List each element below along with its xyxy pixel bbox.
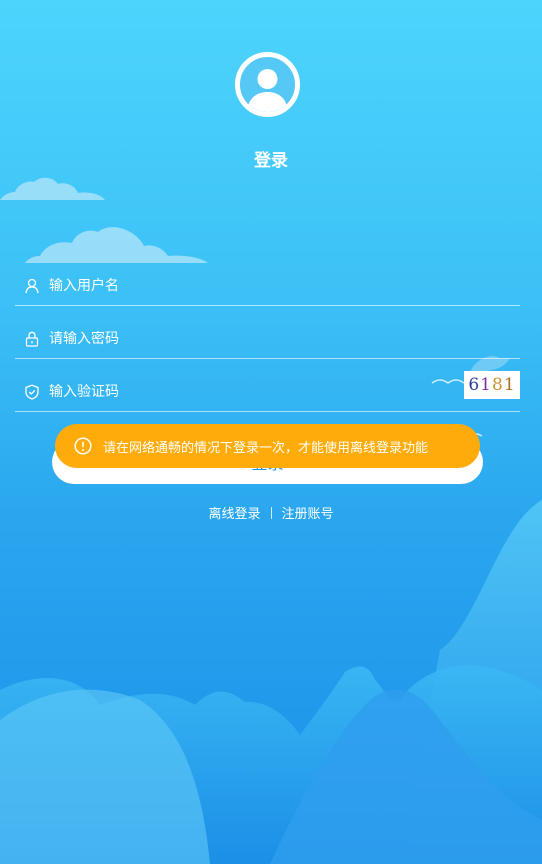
captcha-input[interactable] — [49, 383, 520, 400]
username-field[interactable] — [15, 266, 520, 306]
user-icon — [24, 278, 40, 294]
toast-text: 请在网络通畅的情况下登录一次，才能使用离线登录功能 — [103, 440, 429, 456]
password-field[interactable] — [15, 319, 520, 359]
lock-icon — [24, 331, 40, 347]
page-title: 登录 — [254, 151, 288, 171]
cloud-left-mid — [25, 227, 208, 263]
toast-message: 请在网络通畅的情况下登录一次，才能使用离线登录功能 — [55, 424, 480, 468]
captcha-code-text: 6181 — [468, 375, 515, 395]
captcha-char: 6 — [468, 375, 481, 395]
captcha-char: 1 — [503, 375, 516, 395]
register-link[interactable]: 注册账号 — [282, 503, 334, 522]
alert-icon — [74, 437, 92, 455]
captcha-char: 1 — [480, 375, 492, 395]
captcha-char: 8 — [492, 375, 504, 395]
footer-links: 离线登录 注册账号 — [0, 503, 542, 522]
captcha-field[interactable]: 6181 — [15, 371, 520, 412]
avatar — [235, 52, 300, 117]
avatar-icon — [247, 69, 288, 112]
cloud-left-top — [0, 177, 105, 200]
link-divider — [270, 506, 272, 519]
captcha-image[interactable]: 6181 — [464, 371, 520, 399]
password-input[interactable] — [49, 330, 520, 347]
username-input[interactable] — [49, 277, 520, 294]
offline-login-link[interactable]: 离线登录 — [208, 503, 260, 522]
shield-icon — [24, 384, 40, 400]
